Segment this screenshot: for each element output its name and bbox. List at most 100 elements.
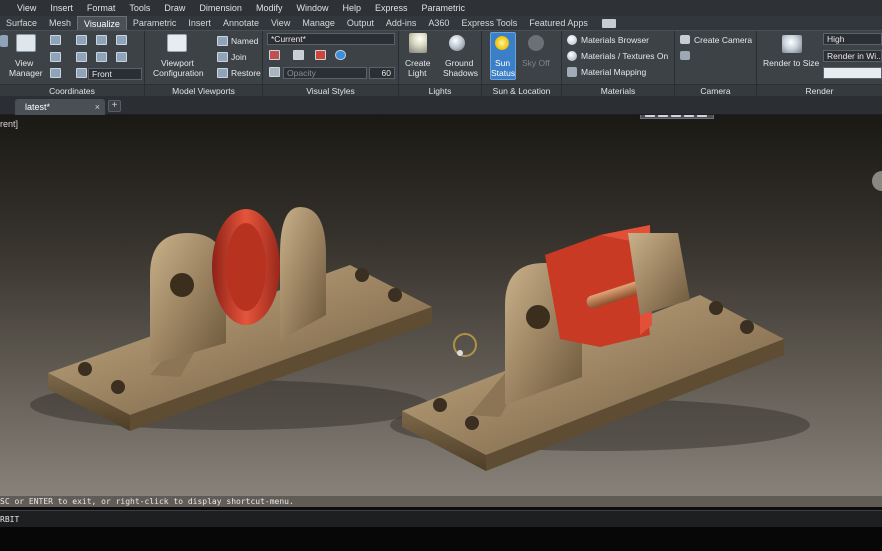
tab-manage[interactable]: Manage [296, 16, 341, 30]
ucs-world-icon[interactable] [50, 35, 61, 45]
tab-insert[interactable]: Insert [182, 16, 217, 30]
join-viewports-label[interactable]: Join [231, 52, 247, 62]
front-view-icon [76, 68, 87, 78]
viewport-configuration-icon[interactable] [167, 34, 187, 52]
close-icon[interactable]: × [95, 99, 100, 115]
menu-express[interactable]: Express [368, 3, 415, 13]
menu-dimension[interactable]: Dimension [192, 3, 249, 13]
tab-annotate[interactable]: Annotate [217, 16, 265, 30]
shade-mode-icon[interactable] [269, 50, 280, 60]
materials-browser-icon[interactable] [567, 35, 577, 45]
document-tab-bar: latest* × + [0, 96, 882, 115]
viewport-config-label-2[interactable]: Configuration [153, 68, 204, 78]
ground-shadows-label-1[interactable]: Ground [445, 58, 473, 68]
panel-camera: Create Camera Camera [675, 31, 757, 96]
render-teapot-icon[interactable] [782, 35, 802, 53]
panel-render: Render to Size High Render in Wi... Rend… [757, 31, 882, 96]
menu-tools[interactable]: Tools [122, 3, 157, 13]
view-select[interactable]: Front [88, 68, 142, 80]
camera-display-icon[interactable] [680, 51, 690, 60]
tab-add-ins[interactable]: Add-ins [380, 16, 423, 30]
lighting-quality-icon[interactable] [335, 50, 346, 60]
ucs-face-icon[interactable] [96, 52, 107, 62]
view-manager-label-2[interactable]: Manager [9, 68, 43, 78]
render-output-field[interactable] [823, 67, 882, 79]
edge-mode-icon[interactable] [293, 50, 304, 60]
create-camera-icon[interactable] [680, 35, 690, 44]
panel-camera-title: Camera [675, 84, 756, 96]
ground-shadows-icon[interactable] [449, 35, 465, 51]
join-viewports-icon[interactable] [217, 52, 228, 62]
sun-status-label-2: Status [491, 68, 516, 78]
new-tab-button[interactable]: + [108, 100, 121, 112]
menu-format[interactable]: Format [80, 3, 123, 13]
pillow-block-section[interactable] [390, 225, 810, 471]
ucs-view-icon[interactable] [50, 52, 61, 62]
tab-surface[interactable]: Surface [0, 16, 43, 30]
view-manager-label-1[interactable]: View [15, 58, 33, 68]
menu-parametric[interactable]: Parametric [415, 3, 473, 13]
opacity-field[interactable]: Opacity [283, 67, 367, 79]
tab-output[interactable]: Output [341, 16, 380, 30]
viewport-config-label-1[interactable]: Viewport [161, 58, 194, 68]
tab-mesh[interactable]: Mesh [43, 16, 77, 30]
ucs-x-icon[interactable] [116, 52, 127, 62]
ucs-icon[interactable] [0, 35, 8, 47]
render-in-select[interactable]: Render in Wi... [823, 50, 882, 62]
restore-viewports-icon[interactable] [217, 68, 228, 78]
bolt-hole-4 [388, 288, 402, 302]
sky-icon[interactable] [528, 35, 544, 51]
create-light-label-1[interactable]: Create [405, 58, 431, 68]
tab-a360[interactable]: A360 [422, 16, 455, 30]
create-light-label-2[interactable]: Light [408, 68, 426, 78]
create-camera-label[interactable]: Create Camera [694, 35, 752, 45]
render-quality-select[interactable]: High [823, 33, 882, 45]
tab-express-tools[interactable]: Express Tools [455, 16, 523, 30]
named-viewports-icon[interactable] [217, 36, 228, 46]
materials-textures-icon[interactable] [567, 51, 577, 61]
menu-bar: View Insert Format Tools Draw Dimension … [0, 0, 882, 16]
workspace-toggle-icon[interactable] [601, 19, 616, 28]
menu-help[interactable]: Help [335, 3, 368, 13]
ucs-named-icon[interactable] [50, 68, 61, 78]
bolt-hole-7 [709, 301, 723, 315]
ucs-object-icon[interactable] [76, 52, 87, 62]
create-light-icon[interactable] [409, 33, 427, 53]
ucs-zaxis-icon[interactable] [96, 35, 107, 45]
visual-style-select[interactable]: *Current* [267, 33, 395, 45]
material-mapping-icon[interactable] [567, 67, 577, 77]
menu-insert[interactable]: Insert [43, 3, 80, 13]
named-viewports-label[interactable]: Named [231, 36, 258, 46]
face-color-icon[interactable] [315, 50, 326, 60]
navigation-wheel-icon[interactable] [872, 171, 882, 191]
opacity-value[interactable]: 60 [369, 67, 395, 79]
menu-view[interactable]: View [10, 3, 43, 13]
panel-lights: Create Light Ground Shadows Lights [399, 31, 482, 96]
menu-window[interactable]: Window [289, 3, 335, 13]
tab-view[interactable]: View [265, 16, 296, 30]
material-mapping-label[interactable]: Material Mapping [581, 67, 646, 77]
tab-featured-apps[interactable]: Featured Apps [523, 16, 594, 30]
render-to-size-label[interactable]: Render to Size [763, 58, 819, 68]
menu-modify[interactable]: Modify [249, 3, 290, 13]
ucs-3point-icon[interactable] [116, 35, 127, 45]
tab-visualize[interactable]: Visualize [77, 16, 127, 30]
restore-viewports-label[interactable]: Restore [231, 68, 261, 78]
materials-textures-label[interactable]: Materials / Textures On [581, 51, 668, 61]
panel-visual-styles-title: Visual Styles [263, 84, 398, 96]
ucs-origin-icon[interactable] [76, 35, 87, 45]
menu-draw[interactable]: Draw [157, 3, 192, 13]
ground-shadows-label-2[interactable]: Shadows [443, 68, 478, 78]
x-ray-icon[interactable] [269, 67, 280, 77]
tab-parametric[interactable]: Parametric [127, 16, 183, 30]
sky-off-label[interactable]: Sky Off [522, 58, 550, 68]
panel-sun-location-title: Sun & Location [482, 84, 561, 96]
materials-browser-label[interactable]: Materials Browser [581, 35, 649, 45]
drawing-viewport[interactable]: rent] [0, 115, 882, 507]
command-line[interactable]: RBIT [0, 510, 882, 527]
pillow-block-assembled[interactable] [30, 207, 432, 431]
view-manager-icon[interactable] [16, 34, 36, 52]
model-scene [30, 171, 882, 471]
panel-model-viewports: Viewport Configuration Named Join Restor… [145, 31, 263, 96]
document-tab-latest[interactable]: latest* × [15, 99, 105, 115]
